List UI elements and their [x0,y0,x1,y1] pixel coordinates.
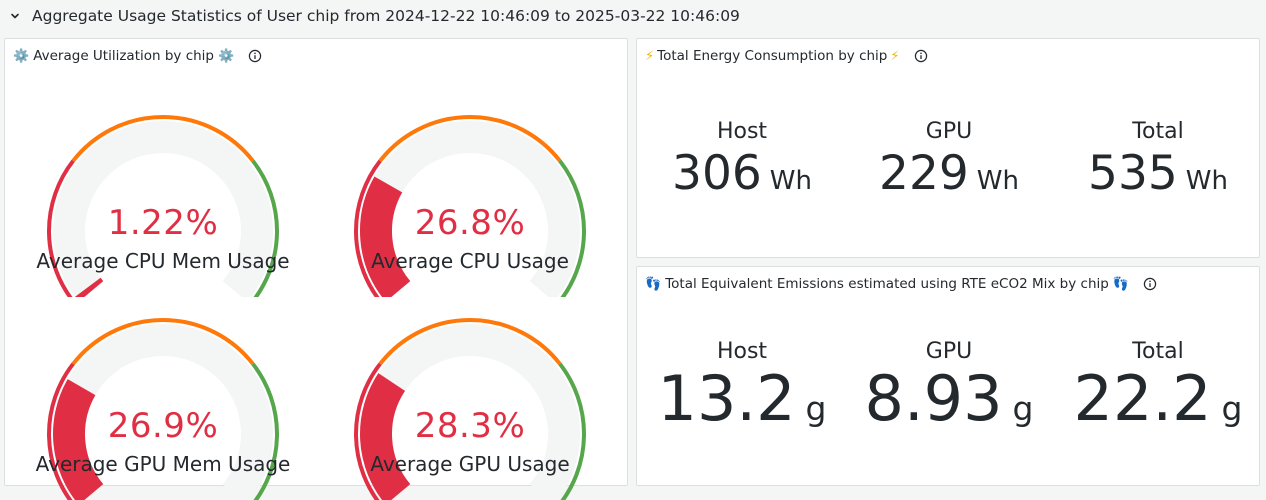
emissions-panel-title: Total Equivalent Emissions estimated usi… [665,276,1109,292]
utilization-panel: ⚙️ Average Utilization by chip ⚙️ 1.22% … [4,38,628,500]
stat-number: 306 [672,146,762,201]
gauge-label: Average GPU Mem Usage [35,452,291,476]
stat-label: Total [1132,119,1184,144]
chevron-down-icon[interactable] [8,9,22,23]
emissions-panel-header: 👣 Total Equivalent Emissions estimated u… [645,274,1157,294]
stat-unit: g [805,389,827,428]
stat-value: 306 Wh [637,146,847,201]
lightning-icon: ⚡ [890,48,900,64]
stat-label: Host [716,119,768,144]
energy-panel: ⚡ Total Energy Consumption by chip ⚡ Hos… [636,38,1260,258]
gauge-gpu-mem-usage: 26.9% Average GPU Mem Usage [13,300,313,500]
stat-number: 13.2 [657,362,796,435]
stat-value: 229 Wh [844,146,1054,201]
gauge-cpu-usage: 26.8% Average CPU Usage [320,97,620,297]
stat-host: Host 13.2 g [637,339,847,435]
stat-label: GPU [925,339,973,364]
stat-number: 8.93 [864,362,1003,435]
gear-icon: ⚙️ [13,48,30,64]
stat-value: 22.2 g [1053,362,1263,435]
gauge-value-arc [74,277,104,297]
info-icon[interactable] [1143,277,1157,291]
stat-value: 13.2 g [637,362,847,435]
stat-host: Host 306 Wh [637,119,847,201]
utilization-panel-title: Average Utilization by chip [33,48,215,64]
gauge-label: Average GPU Usage [370,452,570,476]
stat-number: 22.2 [1073,362,1212,435]
gear-icon: ⚙️ [218,48,235,64]
stat-total: Total 535 Wh [1053,119,1263,201]
energy-panel-title: Total Energy Consumption by chip [657,48,888,64]
emissions-panel: 👣 Total Equivalent Emissions estimated u… [636,266,1260,486]
stat-value: 535 Wh [1053,146,1263,201]
gauge-label: Average CPU Mem Usage [36,249,290,273]
gauge-gpu-usage: 28.3% Average GPU Usage [320,300,620,500]
info-icon[interactable] [248,49,262,63]
row-title[interactable]: Aggregate Usage Statistics of User chip … [32,7,740,25]
info-icon[interactable] [914,49,928,63]
stat-gpu: GPU 229 Wh [844,119,1054,201]
stat-number: 229 [879,146,969,201]
stat-unit: g [1012,389,1034,428]
stat-unit: Wh [976,166,1019,196]
lightning-icon: ⚡ [645,48,655,64]
stat-total: Total 22.2 g [1053,339,1263,435]
gauge-value: 26.8% [414,203,526,243]
stat-label: GPU [925,119,973,144]
stat-value: 8.93 g [844,362,1054,435]
gauge-cpu-mem-usage: 1.22% Average CPU Mem Usage [13,97,313,297]
stat-gpu: GPU 8.93 g [844,339,1054,435]
stat-label: Total [1132,339,1184,364]
utilization-panel-header: ⚙️ Average Utilization by chip ⚙️ [13,46,262,66]
stat-label: Host [716,339,768,364]
gauge-value: 26.9% [107,406,219,446]
stat-number: 535 [1088,146,1178,201]
stat-unit: Wh [769,166,812,196]
energy-panel-header: ⚡ Total Energy Consumption by chip ⚡ [645,46,928,66]
footprints-icon: 👣 [645,276,662,292]
gauge-label: Average CPU Usage [371,249,569,273]
row-header[interactable]: Aggregate Usage Statistics of User chip … [0,0,1266,32]
gauge-value: 1.22% [107,203,219,243]
footprints-icon: 👣 [1112,276,1130,292]
stat-unit: Wh [1185,166,1228,196]
gauge-value: 28.3% [414,406,526,446]
stat-unit: g [1221,389,1243,428]
